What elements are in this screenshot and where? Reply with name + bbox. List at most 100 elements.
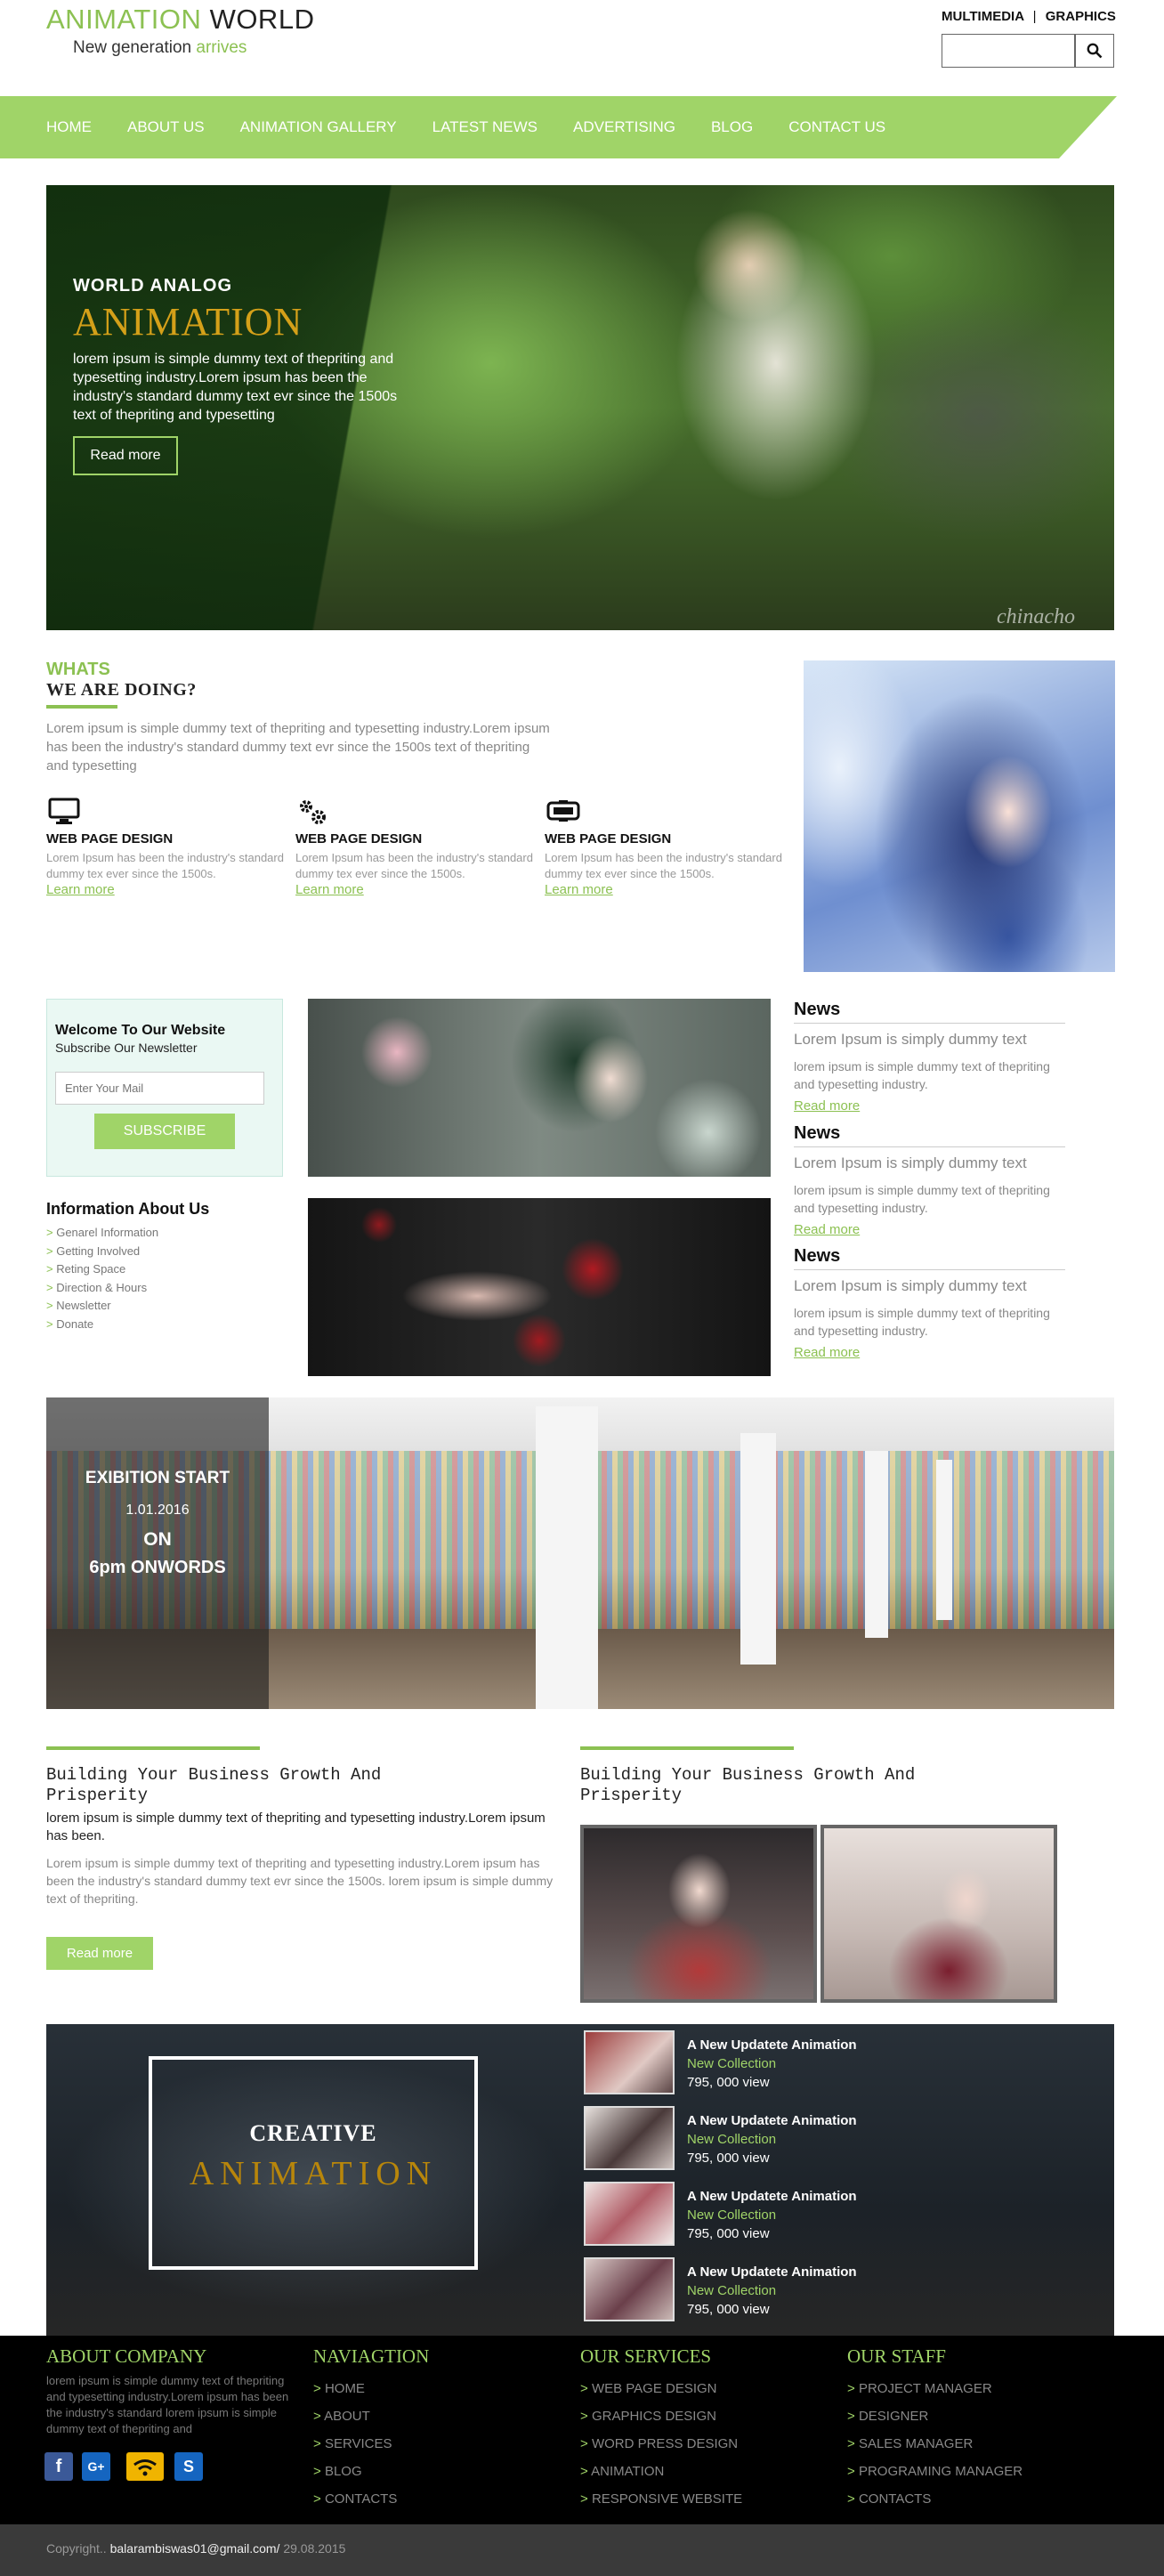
nav-item-animation-gallery[interactable]: ANIMATION GALLERY xyxy=(240,118,397,136)
arrow-icon: > xyxy=(46,1316,53,1331)
service-title: WEB PAGE DESIGN xyxy=(46,831,174,847)
business-read-more-button[interactable]: Read more xyxy=(46,1937,153,1970)
service-desc: Lorem Ipsum has been the industry's stan… xyxy=(545,851,782,880)
google-plus-icon[interactable]: G+ xyxy=(82,2452,110,2481)
newsletter-email-input[interactable] xyxy=(55,1072,264,1105)
animation-thumb xyxy=(584,2106,675,2170)
exhibition-title: EXIBITION START xyxy=(85,1469,230,1487)
news-subtitle: Lorem Ipsum is simply dummy text xyxy=(794,1277,1027,1294)
business-thumb-1[interactable] xyxy=(580,1825,817,2003)
service-learn-more-link[interactable]: Learn more xyxy=(295,882,536,897)
top-links: MULTIMEDIA | GRAPHICS xyxy=(942,9,1116,24)
tagline-main: New generation xyxy=(73,38,192,57)
footer-link-label: WORD PRESS DESIGN xyxy=(591,2436,739,2451)
footer-link-label: PROGRAMING MANAGER xyxy=(858,2464,1023,2479)
arrow-icon: > xyxy=(46,1262,53,1276)
exhibition-date: 1.01.2016 xyxy=(125,1503,190,1518)
footer-staff-link[interactable]: > DESIGNER xyxy=(847,2402,1023,2430)
nav-item-latest-news[interactable]: LATEST NEWS xyxy=(432,118,538,136)
nav-item-advertising[interactable]: ADVERTISING xyxy=(573,118,675,136)
hero-read-more-button[interactable]: Read more xyxy=(73,436,178,475)
footer-staff-link[interactable]: > SALES MANAGER xyxy=(847,2430,1023,2458)
footer-link-label: GRAPHICS DESIGN xyxy=(591,2409,716,2424)
service-learn-more-link[interactable]: Learn more xyxy=(46,882,287,897)
footer-staff-link[interactable]: > PROGRAMING MANAGER xyxy=(847,2458,1023,2485)
facebook-icon[interactable]: f xyxy=(44,2452,73,2481)
business-title-line: Prisperity xyxy=(580,1786,683,1805)
title-underline xyxy=(46,705,117,709)
info-list-item[interactable]: > Genarel Information xyxy=(46,1224,158,1243)
footer-service-link[interactable]: > RESPONSIVE WEBSITE xyxy=(580,2485,742,2513)
animation-thumb xyxy=(584,2030,675,2094)
footer-service-link[interactable]: > GRAPHICS DESIGN xyxy=(580,2402,742,2430)
animation-item-title: A New Updatete Animation xyxy=(687,2264,857,2280)
info-list-item[interactable]: > Reting Space xyxy=(46,1260,158,1279)
footer-staff-link[interactable]: > CONTACTS xyxy=(847,2485,1023,2513)
news-text: lorem ipsum is simple dummy text of thep… xyxy=(794,1306,1050,1338)
info-list-item[interactable]: > Newsletter xyxy=(46,1297,158,1316)
news-text: lorem ipsum is simple dummy text of thep… xyxy=(794,1183,1050,1215)
arrow-icon: > xyxy=(847,2436,855,2451)
site-logo[interactable]: ANIMATION WORLD xyxy=(46,4,314,36)
search-input[interactable] xyxy=(942,34,1075,68)
exhibition-overlay xyxy=(46,1397,269,1709)
business-thumb-2[interactable] xyxy=(820,1825,1057,2003)
search-icon xyxy=(1087,43,1103,59)
top-link-multimedia[interactable]: MULTIMEDIA xyxy=(942,9,1023,24)
wifi-icon[interactable] xyxy=(126,2452,164,2481)
footer-nav-link[interactable]: > SERVICES xyxy=(313,2430,429,2458)
arrow-icon: > xyxy=(847,2491,855,2507)
service-learn-more-link[interactable]: Learn more xyxy=(545,882,785,897)
main-nav: HOME ABOUT US ANIMATION GALLERY LATEST N… xyxy=(0,96,1059,158)
top-link-graphics[interactable]: GRAPHICS xyxy=(1046,9,1116,24)
animation-item-title: A New Updatete Animation xyxy=(687,2037,857,2053)
anime-girl-image xyxy=(804,660,1115,972)
nav-item-home[interactable]: HOME xyxy=(46,118,92,136)
monitor-icon xyxy=(46,798,287,830)
footer-link-label: ANIMATION xyxy=(591,2464,665,2479)
creative-subtitle: ANIMATION xyxy=(189,2155,438,2192)
section-title-whats: WHATS xyxy=(46,660,110,679)
info-item-label: Newsletter xyxy=(56,1299,111,1312)
nav-item-contact-us[interactable]: CONTACT US xyxy=(788,118,885,136)
arrow-icon: > xyxy=(580,2381,588,2396)
footer-services-title: OUR SERVICES xyxy=(580,2345,712,2367)
info-list-item[interactable]: > Getting Involved xyxy=(46,1243,158,1261)
footer-link-label: WEB PAGE DESIGN xyxy=(591,2381,717,2396)
nav-item-blog[interactable]: BLOG xyxy=(711,118,753,136)
arrow-icon: > xyxy=(580,2464,588,2479)
news-item: News Lorem Ipsum is simply dummy text lo… xyxy=(794,1246,1065,1360)
animation-thumb xyxy=(584,2257,675,2321)
footer-staff-link[interactable]: > PROJECT MANAGER xyxy=(847,2375,1023,2402)
footer-nav-column: NAVIAGTION > HOME > ABOUT > SERVICES > B… xyxy=(313,2345,429,2513)
animation-item-views: 795, 000 view xyxy=(687,2075,770,2090)
news-heading: News xyxy=(794,1246,1065,1270)
skype-icon[interactable]: S xyxy=(174,2452,203,2481)
news-subtitle: Lorem Ipsum is simply dummy text xyxy=(794,1154,1027,1171)
search-button[interactable] xyxy=(1075,34,1114,68)
arrow-icon: > xyxy=(313,2381,321,2396)
animation-item-views: 795, 000 view xyxy=(687,2226,770,2241)
footer-nav-link[interactable]: > BLOG xyxy=(313,2458,429,2485)
animation-item-sub: New Collection xyxy=(687,2283,777,2298)
nav-item-about-us[interactable]: ABOUT US xyxy=(127,118,205,136)
news-item: News Lorem Ipsum is simply dummy text lo… xyxy=(794,1000,1065,1114)
footer-nav-link[interactable]: > ABOUT xyxy=(313,2402,429,2430)
subscribe-button[interactable]: SUBSCRIBE xyxy=(94,1114,235,1149)
footer-nav-link[interactable]: > CONTACTS xyxy=(313,2485,429,2513)
info-list-item[interactable]: > Donate xyxy=(46,1316,158,1334)
footer-service-link[interactable]: > WEB PAGE DESIGN xyxy=(580,2375,742,2402)
animation-item-sub: New Collection xyxy=(687,2132,777,2147)
footer-service-link[interactable]: > WORD PRESS DESIGN xyxy=(580,2430,742,2458)
info-list-item[interactable]: > Direction & Hours xyxy=(46,1279,158,1298)
footer-link-label: BLOG xyxy=(324,2464,362,2479)
news-read-more-link[interactable]: Read more xyxy=(794,1222,1065,1237)
news-read-more-link[interactable]: Read more xyxy=(794,1345,1065,1360)
footer-nav-link[interactable]: > HOME xyxy=(313,2375,429,2402)
footer-service-link[interactable]: > ANIMATION xyxy=(580,2458,742,2485)
business-title-left: Building Your Business Growth And Prispe… xyxy=(46,1765,381,1806)
news-read-more-link[interactable]: Read more xyxy=(794,1098,1065,1114)
copyright-email[interactable]: balarambiswas01@gmail.com/ xyxy=(110,2541,280,2556)
arrow-icon: > xyxy=(46,1280,53,1294)
nav-decoration xyxy=(1059,96,1117,158)
